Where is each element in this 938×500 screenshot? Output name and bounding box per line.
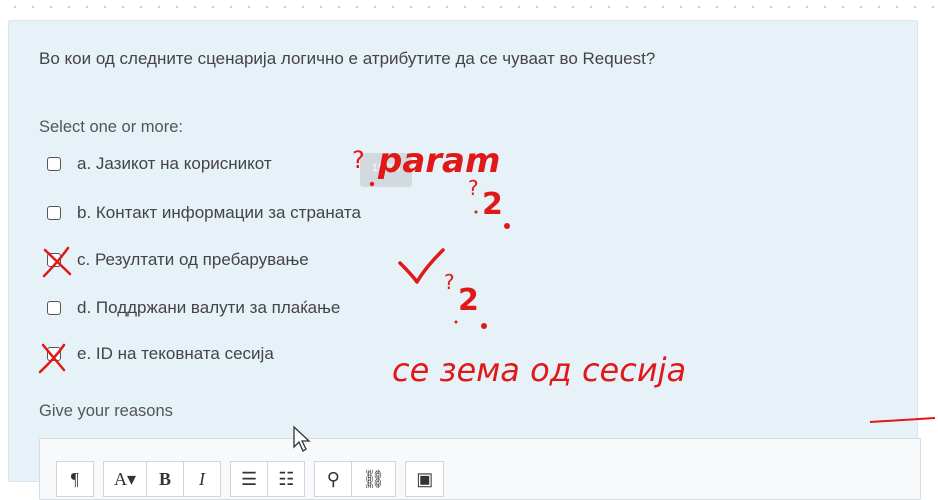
option-a-label: a. Јазикот на корисникот (77, 154, 272, 173)
option-c-checkbox[interactable] (47, 253, 61, 267)
image-button[interactable]: ▣ (405, 461, 445, 497)
numbered-list-button[interactable]: ☷ (267, 461, 306, 497)
paragraph-button[interactable]: ¶ (56, 461, 94, 497)
option-b[interactable]: b. Контакт информации за страната (47, 203, 361, 223)
option-e[interactable]: e. ID на тековната сесија (47, 344, 274, 364)
reasons-label: Give your reasons (39, 402, 173, 420)
option-b-checkbox[interactable] (47, 206, 61, 220)
option-e-checkbox[interactable] (47, 347, 61, 361)
question-card: Во кои од следните сценарија логично е а… (8, 20, 921, 500)
option-d[interactable]: d. Поддржани валути за плаќање (47, 298, 340, 318)
mouse-cursor-icon (293, 425, 311, 452)
toolbar-group-lists: ☰ ☷ (230, 461, 306, 497)
italic-button[interactable]: I (183, 461, 222, 497)
editor-toolbar: ¶ A▾ B I ☰ ☷ ⚲ ⛓ ▣ (56, 461, 445, 497)
font-button[interactable]: A▾ (103, 461, 148, 497)
option-a[interactable]: a. Јазикот на корисникот (47, 154, 272, 174)
select-prompt: Select one or more: (39, 118, 183, 136)
option-a-checkbox[interactable] (47, 157, 61, 171)
bold-button[interactable]: B (146, 461, 185, 497)
option-b-label: b. Контакт информации за страната (77, 203, 361, 222)
option-e-label: e. ID на тековната сесија (77, 344, 274, 363)
option-c-label: c. Резултати од пребарување (77, 250, 309, 269)
option-d-checkbox[interactable] (47, 301, 61, 315)
question-text: Во кои од следните сценарија логично е а… (39, 49, 656, 68)
bullet-list-button[interactable]: ☰ (230, 461, 269, 497)
zoom-badge: 157% (360, 153, 412, 187)
option-c[interactable]: c. Резултати од пребарување (47, 250, 309, 270)
dotted-divider (0, 0, 938, 14)
toolbar-group-media: ▣ (405, 461, 445, 497)
toolbar-group-paragraph: ¶ (56, 461, 94, 497)
reasons-editor[interactable]: ¶ A▾ B I ☰ ☷ ⚲ ⛓ ▣ (39, 438, 921, 500)
toolbar-group-links: ⚲ ⛓ (314, 461, 397, 497)
option-d-label: d. Поддржани валути за плаќање (77, 298, 341, 317)
unlink-button[interactable]: ⛓ (351, 461, 397, 497)
link-button[interactable]: ⚲ (314, 461, 353, 497)
toolbar-group-format: A▾ B I (103, 461, 222, 497)
